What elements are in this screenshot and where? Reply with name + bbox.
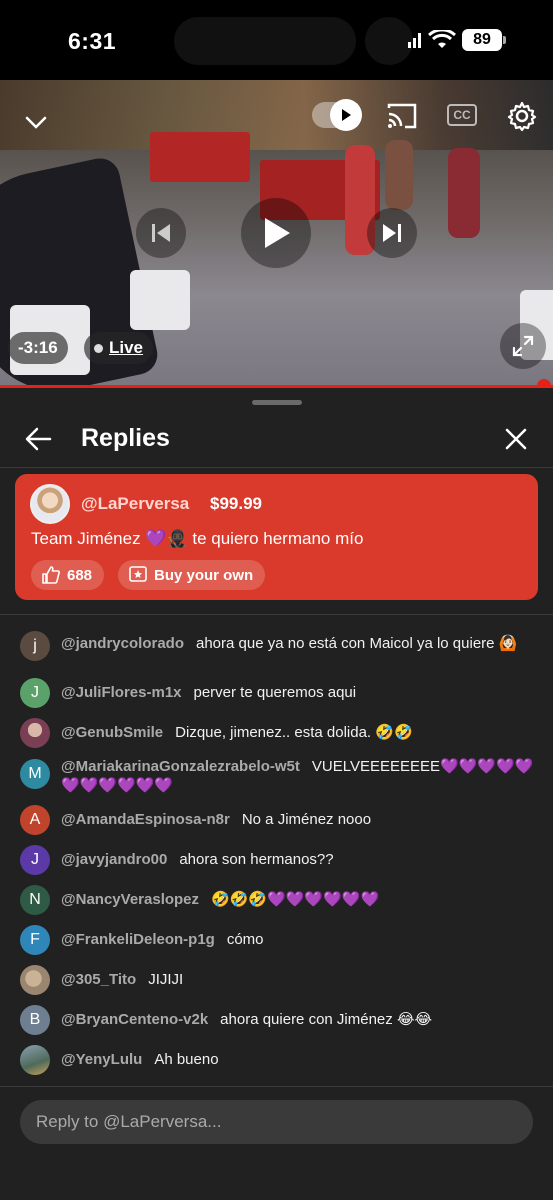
- comment-username[interactable]: @305_Tito: [61, 971, 136, 988]
- back-arrow-icon[interactable]: [24, 426, 52, 452]
- comment-text: ahora quiere con Jiménez 😂😂: [220, 1011, 432, 1028]
- autoplay-toggle[interactable]: [312, 99, 362, 131]
- comment-text: No a Jiménez nooo: [241, 811, 372, 828]
- expand-icon: [512, 335, 534, 357]
- live-label: Live: [109, 338, 144, 357]
- minimize-chevron-icon[interactable]: [22, 110, 50, 134]
- super-chat-card: @LaPerversa $99.99 Team Jiménez 💜🥷🏿 te q…: [15, 474, 538, 600]
- comment-username[interactable]: @NancyVeraslopez: [61, 891, 199, 908]
- avatar[interactable]: J: [20, 678, 50, 708]
- comment-username[interactable]: @jandrycolorado: [61, 635, 184, 652]
- buy-your-own-label: Buy your own: [154, 566, 254, 584]
- comment-text: ahora son hermanos??: [179, 851, 334, 868]
- live-dot-icon: [94, 343, 103, 353]
- avatar[interactable]: J: [20, 845, 50, 875]
- replies-header: Replies: [0, 414, 553, 466]
- time-remaining-text: -3:16: [18, 338, 58, 357]
- super-chat-icon: [129, 566, 147, 582]
- like-count: 688: [67, 566, 93, 584]
- avatar[interactable]: [20, 718, 50, 748]
- avatar[interactable]: N: [20, 885, 50, 915]
- video-scene-counter: [150, 132, 250, 182]
- buy-your-own-button[interactable]: Buy your own: [118, 560, 266, 590]
- signal-icon: [408, 33, 421, 48]
- skip-previous-icon: [152, 224, 170, 242]
- comment-message: @BryanCenteno-v2k ahora quiere con Jiméne…: [61, 1010, 536, 1029]
- super-chat-amount: $99.99: [210, 494, 262, 513]
- drag-handle[interactable]: [252, 400, 302, 405]
- comment-username[interactable]: @FrankeliDeleon-p1g: [61, 931, 215, 948]
- video-scene-person: [448, 148, 480, 238]
- reply-composer: Reply to @LaPerversa...: [0, 1086, 553, 1200]
- comment-text: Ah bueno: [154, 1051, 219, 1068]
- dynamic-island: [174, 17, 356, 65]
- settings-gear-icon[interactable]: [506, 100, 538, 132]
- comment-message: @AmandaEspinosa-n8r No a Jiménez nooo: [61, 810, 536, 829]
- comment-message: @javyjandro00 ahora son hermanos??: [61, 850, 536, 869]
- avatar[interactable]: B: [20, 1005, 50, 1035]
- comment-username[interactable]: @BryanCenteno-v2k: [61, 1011, 208, 1028]
- next-button[interactable]: [367, 208, 417, 258]
- like-button[interactable]: 688: [31, 560, 105, 590]
- battery-indicator: 89: [462, 29, 506, 51]
- skip-next-icon: [383, 224, 401, 242]
- comment-message: @jandrycolorado ahora que ya no está con …: [61, 634, 536, 653]
- comment-text: Dizque, jimenez.. esta dolida. 🤣🤣: [175, 724, 413, 741]
- panel-title: Replies: [81, 424, 170, 452]
- comment-username[interactable]: @AmandaEspinosa-n8r: [61, 811, 230, 828]
- camera-cutout: [365, 17, 413, 65]
- comment-username[interactable]: @MariakarinaGonzalezrabelo-w5t: [61, 758, 300, 775]
- video-scene-chair: [130, 270, 190, 330]
- comment-username[interactable]: @YenyLulu: [61, 1051, 142, 1068]
- super-chat-divider: [0, 614, 553, 615]
- avatar[interactable]: A: [20, 805, 50, 835]
- live-button[interactable]: Live: [84, 332, 154, 364]
- fullscreen-button[interactable]: [500, 323, 546, 369]
- comment-text: 🤣🤣🤣💜💜💜💜💜💜: [211, 891, 380, 908]
- status-time: 6:31: [68, 28, 117, 54]
- scrubber-handle[interactable]: [537, 379, 551, 388]
- avatar[interactable]: F: [20, 925, 50, 955]
- previous-button[interactable]: [136, 208, 186, 258]
- replies-panel: Replies @LaPerversa $99.99 Team Jiménez …: [0, 388, 553, 1200]
- video-scene-person: [385, 140, 413, 210]
- captions-button[interactable]: CC: [447, 104, 477, 126]
- time-remaining: -3:16: [8, 332, 68, 364]
- super-chat-message: Team Jiménez 💜🥷🏿 te quiero hermano mío: [31, 529, 364, 548]
- autoplay-play-icon: [330, 99, 362, 131]
- play-icon: [265, 218, 290, 248]
- avatar[interactable]: M: [20, 759, 50, 789]
- super-chat-username[interactable]: @LaPerversa: [81, 494, 189, 514]
- header-divider: [0, 467, 553, 468]
- cast-icon[interactable]: [386, 102, 418, 130]
- comment-message: @GenubSmile Dizque, jimenez.. esta dolida…: [61, 723, 536, 742]
- comment-text: cómo: [226, 931, 264, 948]
- comment-text: JIJIJI: [148, 971, 184, 988]
- video-player[interactable]: CC -3:16 Live: [0, 80, 553, 388]
- comment-message: @YenyLulu Ah bueno: [61, 1050, 536, 1069]
- play-button[interactable]: [241, 198, 311, 268]
- comment-text: perver te queremos aqui: [193, 684, 357, 701]
- avatar[interactable]: [20, 965, 50, 995]
- thumbs-up-icon: [42, 566, 60, 584]
- avatar[interactable]: [20, 1045, 50, 1075]
- close-icon[interactable]: [503, 426, 529, 452]
- wifi-icon: [428, 30, 456, 48]
- comment-message: @JuliFlores-m1x perver te queremos aqui: [61, 683, 536, 702]
- comment-message: @305_Tito JIJIJI: [61, 970, 536, 989]
- avatar[interactable]: [30, 484, 70, 524]
- comment-username[interactable]: @javyjandro00: [61, 851, 167, 868]
- reply-input[interactable]: Reply to @LaPerversa...: [20, 1100, 533, 1144]
- comment-text: ahora que ya no está con Maicol ya lo qu…: [195, 635, 518, 652]
- comment-username[interactable]: @JuliFlores-m1x: [61, 684, 182, 701]
- comment-message: @FrankeliDeleon-p1g cómo: [61, 930, 536, 949]
- status-bar: 6:31 89: [0, 0, 553, 80]
- comment-username[interactable]: @GenubSmile: [61, 724, 163, 741]
- avatar[interactable]: j: [20, 631, 50, 661]
- comment-message: @NancyVeraslopez 🤣🤣🤣💜💜💜💜💜💜: [61, 890, 536, 909]
- comment-message: @MariakarinaGonzalezrabelo-w5t VUELVEEEEE…: [61, 757, 536, 795]
